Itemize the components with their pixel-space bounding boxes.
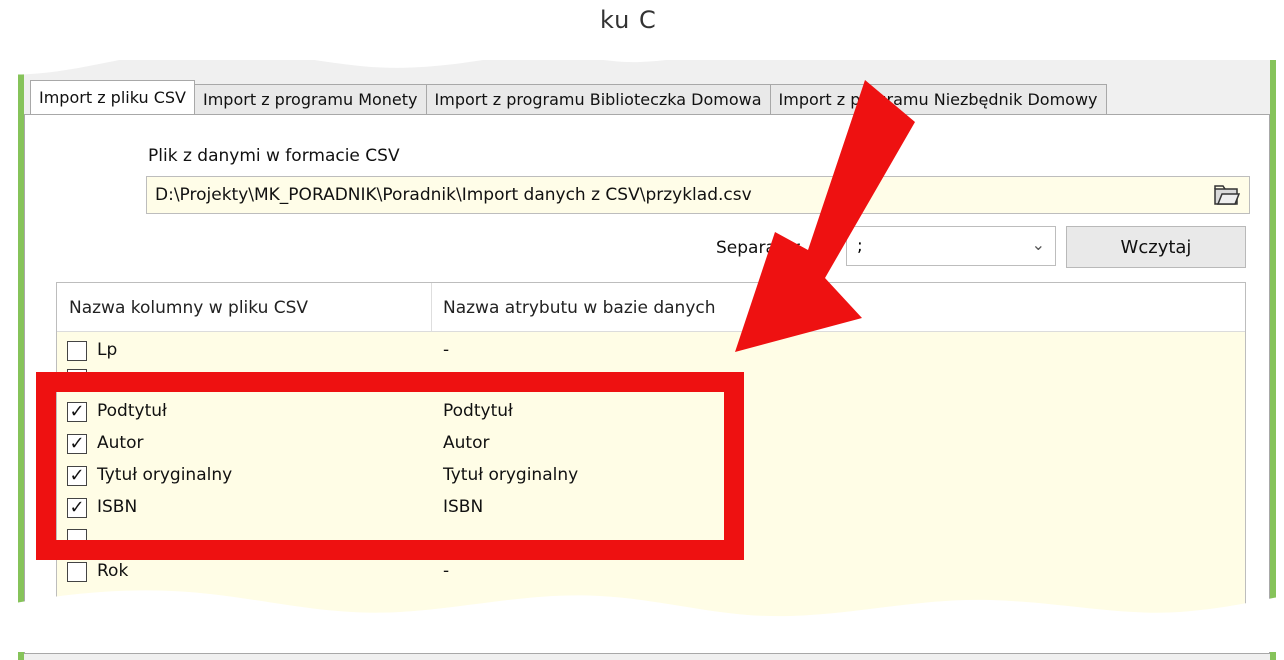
- window-title-fragment: ku C: [600, 6, 657, 34]
- torn-paper-bottom: [0, 590, 1284, 652]
